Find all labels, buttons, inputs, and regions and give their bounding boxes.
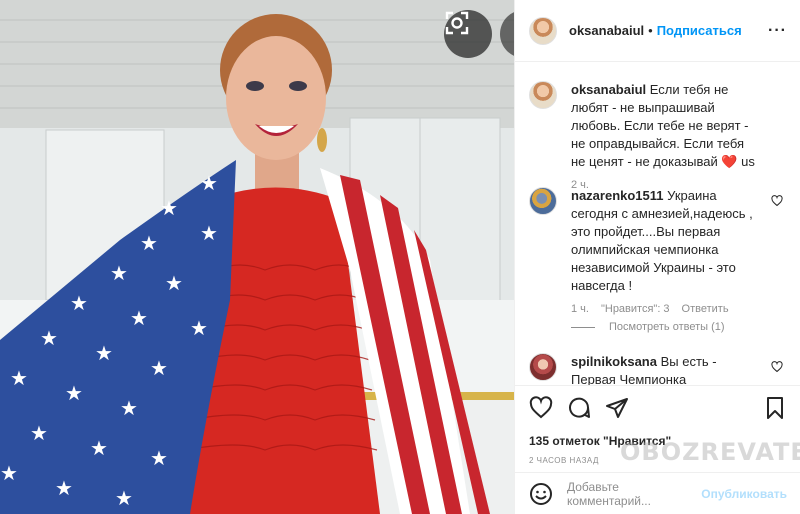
comment-item: nazarenko1511 Украина сегодня с амнезией… <box>529 187 787 315</box>
svg-text:★: ★ <box>150 356 168 380</box>
action-icons <box>529 396 787 420</box>
caption-username[interactable]: oksanabaiul <box>571 82 646 97</box>
comment-like-heart-icon[interactable] <box>771 195 783 207</box>
comment-username[interactable]: spilnikoksana <box>571 354 657 369</box>
comments-list[interactable]: oksanabaiul Если тебя не любят - не выпр… <box>515 63 800 385</box>
publish-button[interactable]: Опубликовать <box>701 487 787 501</box>
post-header: oksanabaiul • Подписаться ··· <box>515 0 800 62</box>
svg-text:★: ★ <box>130 306 148 330</box>
svg-text:★: ★ <box>110 261 128 285</box>
view-replies[interactable]: Посмотреть ответы (1) <box>571 321 725 333</box>
comment-time[interactable]: 1 ч. <box>571 303 589 315</box>
comment-text: Украина сегодня с амнезией,надеюсь , это… <box>571 188 753 293</box>
caption-avatar[interactable] <box>529 81 557 109</box>
more-icon[interactable]: ··· <box>768 22 787 40</box>
svg-text:★: ★ <box>120 396 138 420</box>
svg-text:★: ★ <box>40 326 58 350</box>
svg-text:★: ★ <box>150 446 168 470</box>
svg-text:★: ★ <box>160 196 178 220</box>
share-plane-icon[interactable] <box>605 396 629 420</box>
svg-text:★: ★ <box>200 221 218 245</box>
comment-username[interactable]: nazarenko1511 <box>571 188 664 203</box>
svg-text:★: ★ <box>0 461 18 485</box>
comment-bubble-icon[interactable] <box>567 396 591 420</box>
svg-text:★: ★ <box>140 231 158 255</box>
comment-body: spilnikoksana Вы есть - Первая Чемпионка… <box>571 353 761 385</box>
svg-text:★: ★ <box>70 291 88 315</box>
follow-button[interactable]: Подписаться <box>657 23 742 38</box>
zoom-lens-button[interactable] <box>444 10 492 58</box>
post-photo[interactable]: ★ ★ ★ ★ ★ ★ ★ ★ ★ ★ ★ ★ ★ ★ ★ ★ ★ ★ ★ ★ … <box>0 0 514 514</box>
comment-item: spilnikoksana Вы есть - Первая Чемпионка… <box>529 353 787 385</box>
add-comment-input[interactable]: Добавьте комментарий... <box>567 480 701 508</box>
comment-like-heart-icon[interactable] <box>771 361 783 373</box>
svg-text:★: ★ <box>95 341 113 365</box>
bookmark-icon[interactable] <box>763 396 787 420</box>
comment-meta: 1 ч. "Нравится": 3 Ответить <box>571 303 787 315</box>
svg-text:★: ★ <box>10 366 28 390</box>
svg-text:★: ★ <box>65 381 83 405</box>
reply-button[interactable]: Ответить <box>682 303 729 315</box>
svg-text:★: ★ <box>30 421 48 445</box>
comment-body: nazarenko1511 Украина сегодня с амнезией… <box>571 187 761 295</box>
svg-text:★: ★ <box>55 476 73 500</box>
add-comment-bar: Добавьте комментарий... Опубликовать <box>515 472 800 514</box>
svg-text:★: ★ <box>115 486 133 510</box>
post-side-panel: oksanabaiul • Подписаться ··· oksanabaiu… <box>514 0 800 514</box>
svg-text:★: ★ <box>90 436 108 460</box>
comment-likes[interactable]: "Нравится": 3 <box>601 303 670 315</box>
caption: oksanabaiul Если тебя не любят - не выпр… <box>529 81 787 191</box>
separator-dot: • <box>648 23 653 38</box>
view-replies-label[interactable]: Посмотреть ответы (1) <box>609 321 725 333</box>
photo-illustration: ★ ★ ★ ★ ★ ★ ★ ★ ★ ★ ★ ★ ★ ★ ★ ★ ★ ★ ★ ★ … <box>0 0 514 514</box>
svg-text:★: ★ <box>165 271 183 295</box>
svg-text:★: ★ <box>190 316 208 340</box>
caption-body: oksanabaiul Если тебя не любят - не выпр… <box>571 81 761 171</box>
comment-avatar[interactable] <box>529 353 557 381</box>
author-avatar[interactable] <box>529 16 557 45</box>
focus-icon <box>445 11 469 35</box>
like-heart-icon[interactable] <box>529 396 553 420</box>
svg-text:★: ★ <box>200 171 218 195</box>
watermark-logo: OBOZREVATEL <box>620 438 800 466</box>
replies-line <box>571 326 595 328</box>
emoji-icon[interactable] <box>529 482 553 506</box>
author-username[interactable]: oksanabaiul <box>569 23 644 38</box>
comment-avatar[interactable] <box>529 187 557 215</box>
